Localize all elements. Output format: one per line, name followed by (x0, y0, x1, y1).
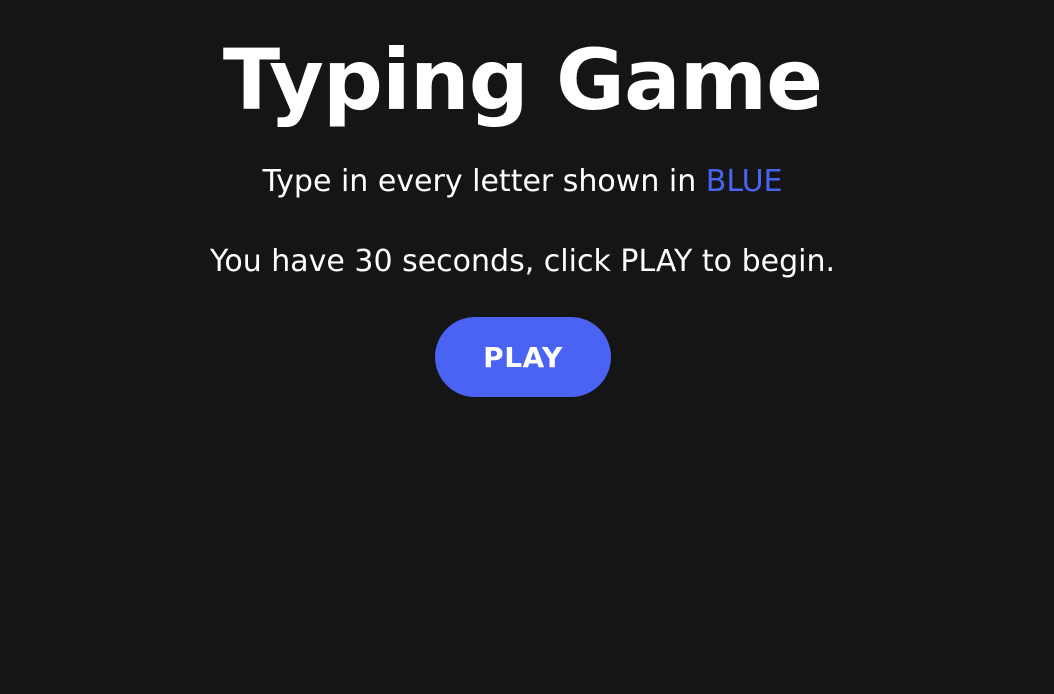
game-screen: Typing Game Type in every letter shown i… (0, 0, 1054, 694)
play-button[interactable]: PLAY (435, 317, 611, 397)
instruction-line: Type in every letter shown in BLUE (0, 160, 1045, 204)
instruction-color-word: BLUE (705, 164, 783, 199)
game-title: Typing Game (222, 31, 823, 129)
timer-instruction: You have 30 seconds, click PLAY to begin… (210, 244, 835, 279)
instruction-text: Type in every letter shown in (262, 164, 697, 199)
